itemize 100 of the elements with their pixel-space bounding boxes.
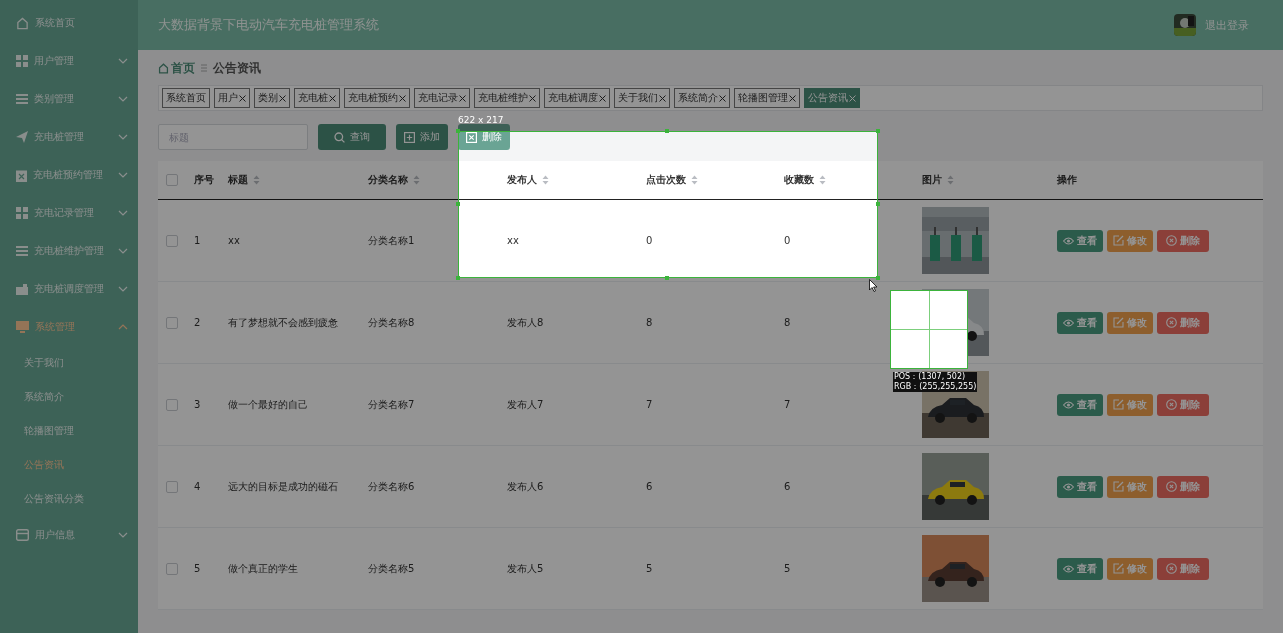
close-icon[interactable] (399, 94, 406, 102)
close-icon[interactable] (599, 94, 606, 102)
sidebar-subitem[interactable]: 轮播图管理 (0, 414, 138, 448)
search-button[interactable]: 查询 (318, 124, 386, 150)
close-icon[interactable] (529, 94, 536, 102)
close-icon[interactable] (719, 94, 726, 102)
sort-icon[interactable] (253, 175, 260, 185)
table-cell: 8 (784, 317, 791, 328)
list-icon (16, 94, 28, 104)
sidebar-item[interactable]: 系统首页 (0, 4, 138, 42)
briefcase-icon (16, 283, 28, 295)
view-button[interactable]: 查看 (1057, 311, 1103, 334)
page-tab[interactable]: 充电桩调度 (544, 88, 610, 108)
delete-button[interactable]: 删除 (1157, 475, 1209, 498)
page-tab[interactable]: 轮播图管理 (734, 88, 800, 108)
close-icon[interactable] (239, 94, 246, 102)
table-cell: 做一个最好的自己 (228, 397, 308, 412)
edit-icon (1113, 399, 1124, 410)
sort-icon[interactable] (691, 175, 698, 185)
view-button[interactable]: 查看 (1057, 557, 1103, 580)
close-icon[interactable] (279, 94, 286, 102)
table-cell: 0 (646, 235, 653, 246)
delete-button[interactable]: 删除 (1157, 393, 1209, 416)
edit-button[interactable]: 修改 (1107, 557, 1153, 580)
table-cell: 分类名称5 (368, 561, 415, 576)
capture-selection[interactable] (458, 131, 878, 278)
table-cell: 6 (646, 481, 653, 492)
page-tab[interactable]: 用户 (214, 88, 250, 108)
x-square-icon (466, 131, 477, 143)
logout-link[interactable]: 退出登录 (1205, 17, 1249, 33)
edit-button[interactable]: 修改 (1107, 229, 1153, 252)
sidebar-subitem[interactable]: 公告资讯 (0, 448, 138, 482)
page-tab[interactable]: 关于我们 (614, 88, 670, 108)
table-cell: 6 (784, 481, 791, 492)
delete-button[interactable]: 删除 (458, 124, 510, 150)
sort-icon[interactable] (947, 175, 954, 185)
page-tab[interactable]: 公告资讯 (804, 88, 860, 108)
chevron-icon (118, 286, 128, 292)
selection-size-label: 622 x 217 (458, 115, 504, 125)
grid-icon (16, 55, 28, 67)
close-icon[interactable] (329, 94, 336, 102)
column-header[interactable]: 分类名称 (368, 173, 420, 187)
chevron-icon (118, 248, 128, 254)
page-tab[interactable]: 充电桩 (294, 88, 340, 108)
table-cell: 分类名称1 (368, 233, 415, 248)
page-tab[interactable]: 充电桩预约 (344, 88, 410, 108)
sidebar-item[interactable]: 系统管理 (0, 308, 138, 346)
column-header[interactable]: 收藏数 (784, 173, 826, 187)
sidebar-item[interactable]: 用户管理 (0, 42, 138, 80)
circle-x-icon (1166, 481, 1177, 492)
sort-icon[interactable] (542, 175, 549, 185)
delete-button[interactable]: 删除 (1157, 311, 1209, 334)
circle-x-icon (1166, 235, 1177, 246)
view-button[interactable]: 查看 (1057, 475, 1103, 498)
table-cell: 5 (646, 563, 653, 574)
row-checkbox[interactable] (166, 234, 178, 247)
sort-icon[interactable] (413, 175, 420, 185)
close-icon[interactable] (789, 94, 796, 102)
edit-button[interactable]: 修改 (1107, 393, 1153, 416)
view-button[interactable]: 查看 (1057, 229, 1103, 252)
table-cell: 7 (784, 399, 791, 410)
delete-button[interactable]: 删除 (1157, 557, 1209, 580)
page-tab[interactable]: 充电桩维护 (474, 88, 540, 108)
add-button[interactable]: 添加 (396, 124, 448, 150)
chevron-icon (118, 324, 128, 330)
close-icon[interactable] (459, 94, 466, 102)
position-readout: POS：(1307, 502) (894, 372, 967, 382)
table-cell: 5 (194, 563, 201, 574)
edit-button[interactable]: 修改 (1107, 311, 1153, 334)
grid-icon (16, 207, 28, 219)
color-readout: RGB：(255,255,255) (894, 382, 977, 392)
close-icon[interactable] (659, 94, 666, 102)
page-tab[interactable]: 系统首页 (162, 88, 210, 108)
page-tab[interactable]: 充电记录 (414, 88, 470, 108)
cursor-icon (869, 279, 878, 292)
column-header[interactable]: 点击次数 (646, 173, 698, 187)
app-title: 大数据背景下电动汽车充电桩管理系统 (158, 16, 380, 34)
breadcrumb-link[interactable]: 首页 (158, 59, 195, 77)
column-header[interactable]: 标题 (228, 173, 260, 187)
table-cell: xx (507, 235, 519, 246)
page-tab[interactable]: 系统简介 (674, 88, 730, 108)
delete-button[interactable]: 删除 (1157, 229, 1209, 252)
row-checkbox[interactable] (166, 398, 178, 411)
row-checkbox[interactable] (166, 316, 178, 329)
search-icon (334, 131, 345, 143)
page-tab[interactable]: 类别 (254, 88, 290, 108)
sidebar-item[interactable]: 用户信息 (0, 516, 138, 554)
sort-icon[interactable] (819, 175, 826, 185)
chevron-icon (118, 134, 128, 140)
row-checkbox[interactable] (166, 480, 178, 493)
column-header[interactable]: 图片 (922, 173, 954, 187)
paper-plane-icon (16, 131, 28, 143)
view-button[interactable]: 查看 (1057, 393, 1103, 416)
breadcrumb-current: 公告资讯 (213, 59, 261, 77)
column-header[interactable]: 发布人 (507, 173, 549, 187)
table-cell: xx (228, 235, 240, 246)
row-checkbox[interactable] (166, 562, 178, 575)
select-all-checkbox[interactable] (166, 174, 178, 186)
edit-button[interactable]: 修改 (1107, 475, 1153, 498)
table-cell: 4 (194, 481, 201, 492)
